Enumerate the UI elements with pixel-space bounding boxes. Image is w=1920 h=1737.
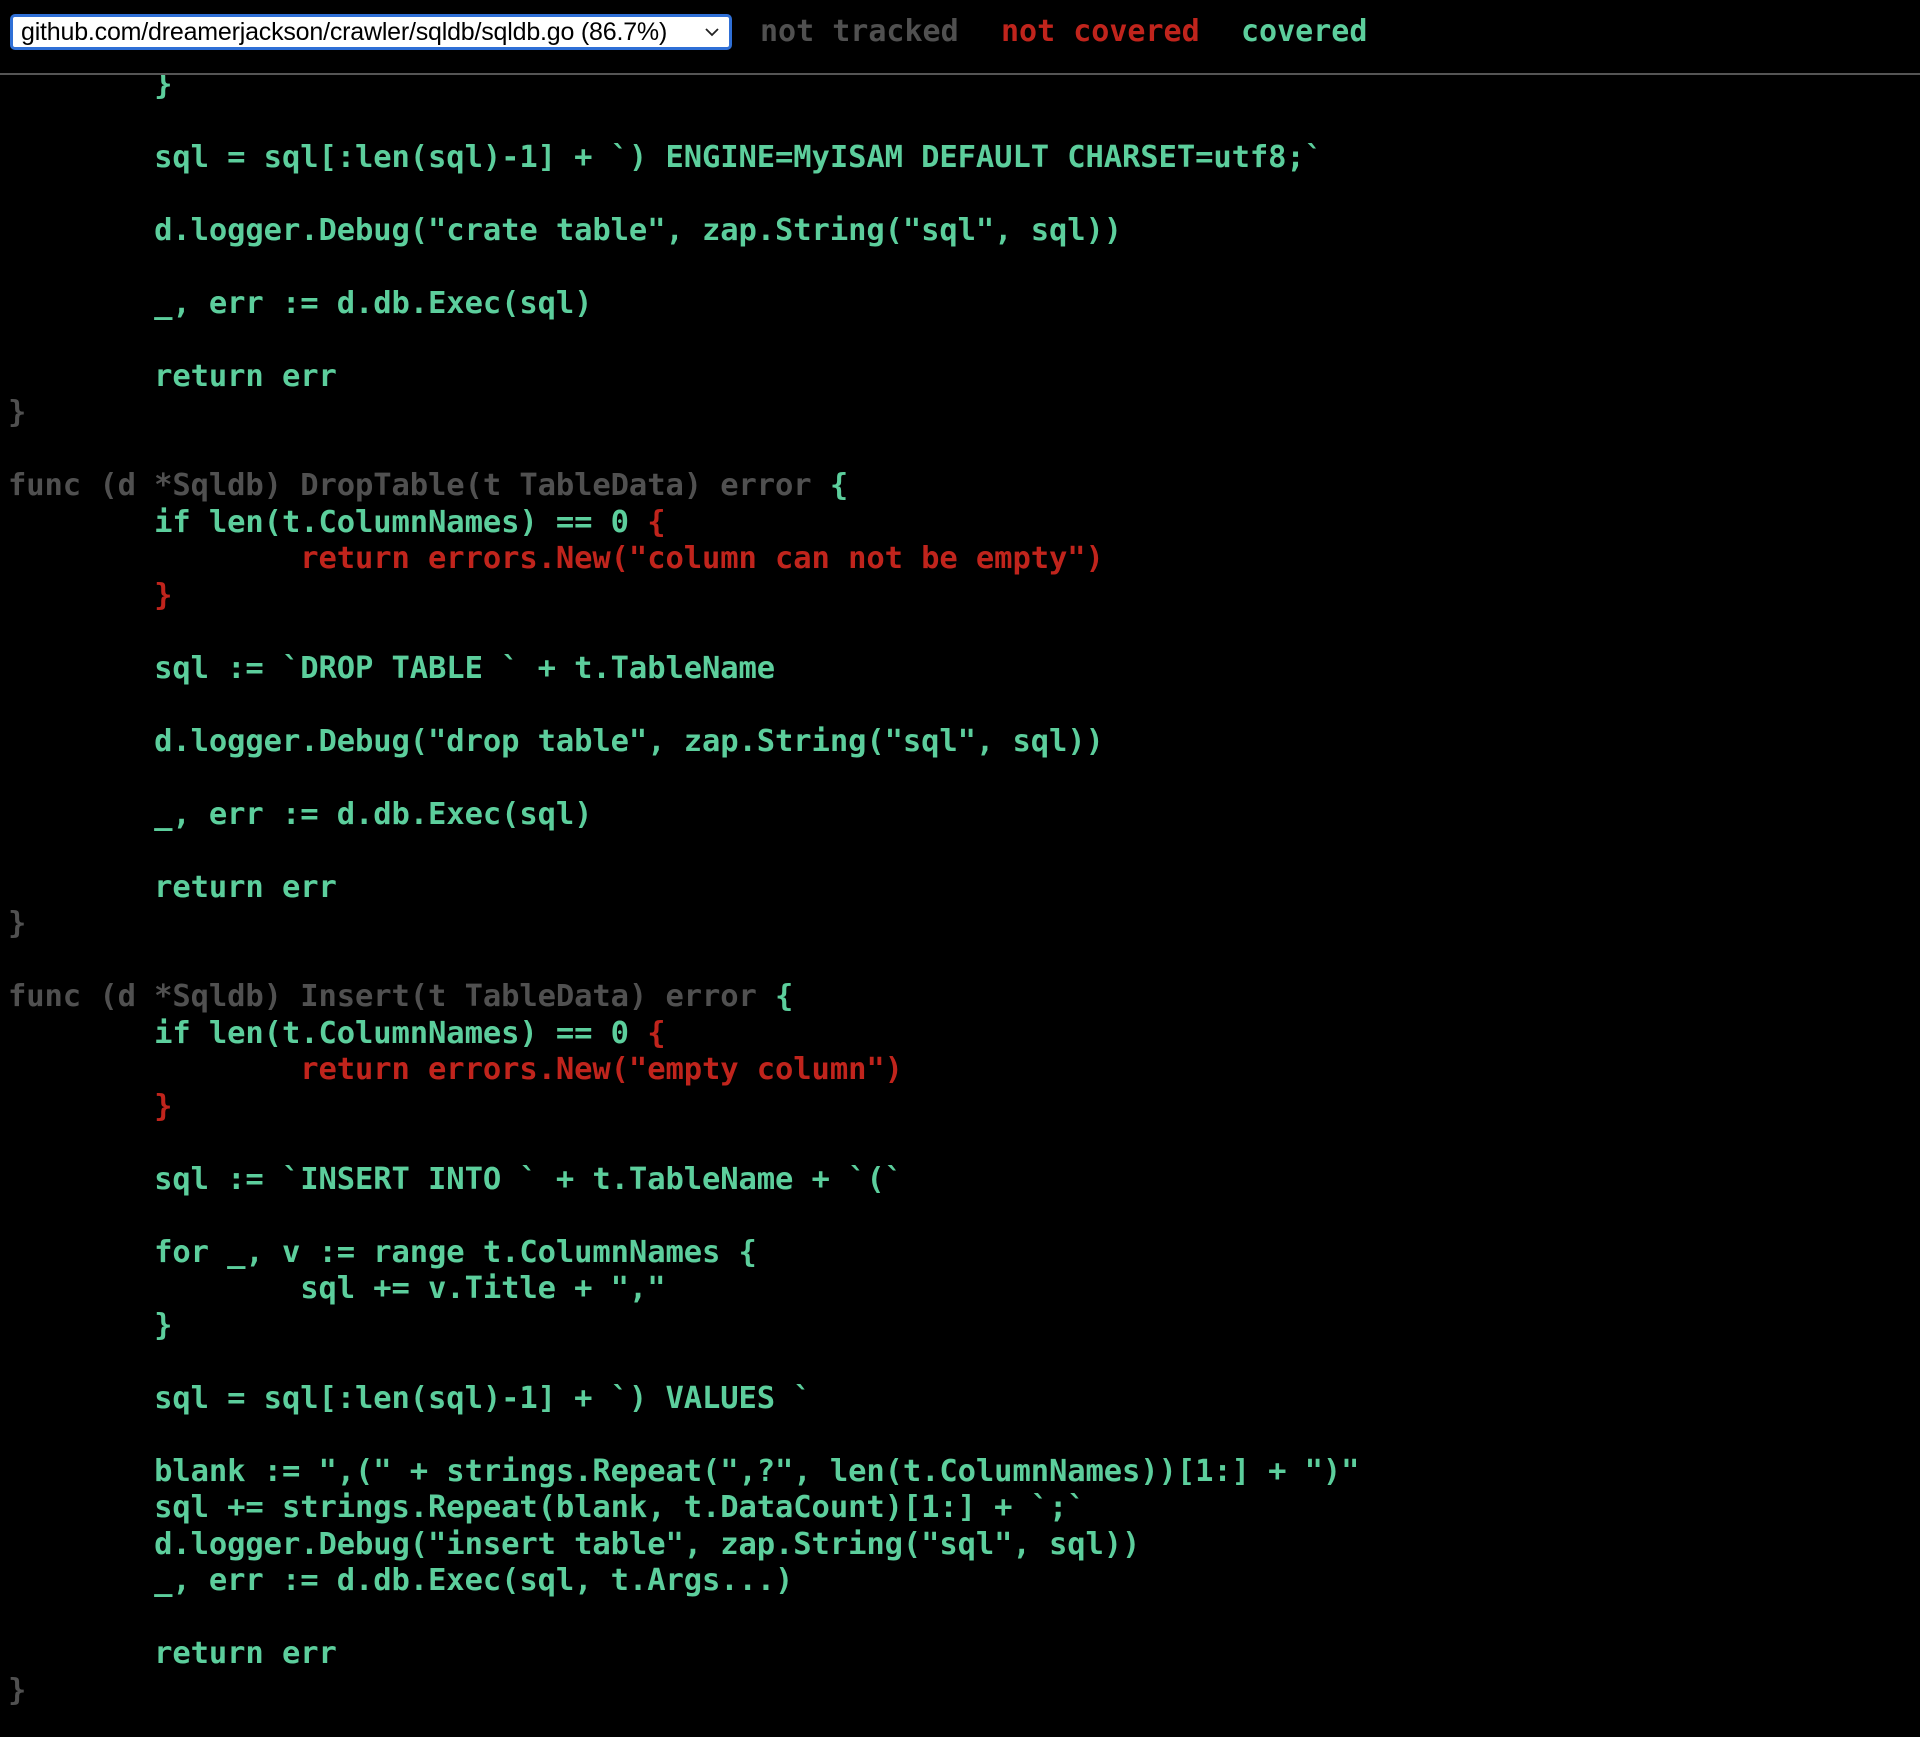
not-covered-code: return errors.New("empty column"): [8, 1052, 903, 1087]
code-line: return err: [8, 870, 1359, 907]
covered-code: blank := ",(" + strings.Repeat(",?", len…: [8, 1453, 1360, 1489]
code-line: for _, v := range t.ColumnNames {: [8, 1235, 1359, 1272]
code-line: }: [8, 1308, 1359, 1345]
code-line: sql = sql[:len(sql)-1] + `) VALUES `: [8, 1381, 1359, 1418]
covered-code: _, err := d.db.Exec(sql): [8, 796, 593, 832]
code-line: sql += v.Title + ",": [8, 1271, 1359, 1308]
covered-code: {: [829, 468, 849, 503]
legend-covered: covered: [1241, 14, 1368, 49]
covered-code: {: [775, 979, 794, 1014]
not-covered-code: {: [647, 504, 666, 540]
code-line: func (d *Sqldb) Insert(t TableData) erro…: [8, 979, 1359, 1016]
code-line: return errors.New("empty column"): [8, 1052, 1359, 1089]
covered-code: return err: [8, 869, 337, 905]
code-line: func (d *Sqldb) DropTable(t TableData) e…: [8, 468, 1359, 505]
covered-code: _, err := d.db.Exec(sql): [8, 285, 593, 321]
not-tracked-code: }: [8, 395, 27, 430]
code-line: }: [8, 395, 1359, 432]
coverage-header: github.com/dreamerjackson/crawler/sqldb/…: [0, 0, 1920, 75]
code-line: d.logger.Debug("drop table", zap.String(…: [8, 724, 1359, 761]
chevron-down-icon: [705, 28, 719, 37]
code-line: return err: [8, 359, 1359, 396]
covered-code: return err: [8, 1636, 337, 1671]
not-tracked-code: func (d *Sqldb) DropTable(t TableData) e…: [8, 468, 830, 503]
covered-code: if len(t.ColumnNames) == 0: [8, 504, 648, 540]
covered-code: return err: [8, 358, 337, 394]
covered-code: d.logger.Debug("crate table", zap.String…: [8, 212, 1123, 248]
not-tracked-code: func (d *Sqldb) Insert(t TableData) erro…: [8, 979, 776, 1014]
not-tracked-code: }: [8, 906, 27, 941]
legend-not-covered: not covered: [1001, 14, 1200, 49]
not-covered-code: {: [647, 1015, 666, 1051]
code-line: sql = sql[:len(sql)-1] + `) ENGINE=MyISA…: [8, 140, 1359, 177]
code-line: _, err := d.db.Exec(sql): [8, 797, 1359, 834]
covered-code: d.logger.Debug("drop table", zap.String(…: [8, 723, 1104, 759]
code-line: d.logger.Debug("insert table", zap.Strin…: [8, 1527, 1359, 1564]
code-line: d.logger.Debug("crate table", zap.String…: [8, 213, 1359, 250]
covered-code: sql += v.Title + ",": [8, 1271, 666, 1306]
covered-code: }: [8, 1307, 173, 1343]
covered-code: for _, v := range t.ColumnNames {: [8, 1234, 757, 1270]
not-tracked-code: }: [8, 1672, 27, 1708]
not-covered-code: return errors.New("column can not be emp…: [8, 541, 1104, 576]
covered-code: sql = sql[:len(sql)-1] + `) ENGINE=MyISA…: [8, 139, 1323, 175]
code-line: return err: [8, 1636, 1359, 1673]
code-line: if len(t.ColumnNames) == 0 {: [8, 505, 1359, 542]
code-line: sql += strings.Repeat(blank, t.DataCount…: [8, 1490, 1359, 1527]
code-line: return errors.New("column can not be emp…: [8, 541, 1359, 578]
not-covered-code: }: [8, 1088, 173, 1124]
covered-code: sql = sql[:len(sql)-1] + `) VALUES `: [8, 1380, 812, 1416]
covered-code: sql := `DROP TABLE ` + t.TableName: [8, 650, 776, 686]
code-line: }: [8, 1673, 1359, 1710]
code-line: _, err := d.db.Exec(sql, t.Args...): [8, 1563, 1359, 1600]
legend-not-tracked: not tracked: [760, 14, 959, 49]
covered-code: d.logger.Debug("insert table", zap.Strin…: [8, 1526, 1141, 1562]
covered-code: sql += strings.Repeat(blank, t.DataCount…: [8, 1490, 1086, 1525]
file-select-dropdown[interactable]: github.com/dreamerjackson/crawler/sqldb/…: [10, 14, 732, 50]
code-line: sql := `DROP TABLE ` + t.TableName: [8, 651, 1359, 688]
covered-code: if len(t.ColumnNames) == 0: [8, 1015, 648, 1051]
code-line: sql := `INSERT INTO ` + t.TableName + `(…: [8, 1162, 1359, 1199]
code-line: }: [8, 1089, 1359, 1126]
code-line: if len(t.ColumnNames) == 0 {: [8, 1016, 1359, 1053]
source-code-view: sql += v.Title + " " + v.Type + "," } sq…: [8, 30, 1360, 1710]
not-covered-code: }: [8, 577, 173, 613]
code-line: blank := ",(" + strings.Repeat(",?", len…: [8, 1454, 1359, 1491]
code-line: }: [8, 578, 1359, 615]
covered-code: _, err := d.db.Exec(sql, t.Args...): [8, 1563, 794, 1598]
covered-code: sql := `INSERT INTO ` + t.TableName + `(…: [8, 1161, 903, 1197]
code-line: }: [8, 906, 1359, 943]
code-line: _, err := d.db.Exec(sql): [8, 286, 1359, 323]
file-select-value: github.com/dreamerjackson/crawler/sqldb/…: [21, 17, 668, 46]
